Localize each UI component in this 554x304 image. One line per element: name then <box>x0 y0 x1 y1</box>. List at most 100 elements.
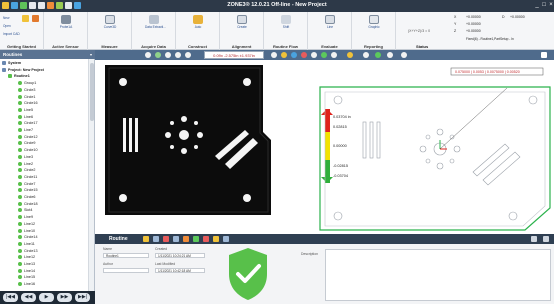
tree-item[interactable]: Circle17 <box>0 120 88 126</box>
in-toggle-icon[interactable] <box>543 236 549 242</box>
probe-view-icon[interactable] <box>291 52 297 58</box>
feature-callout[interactable]: 0.075000 | 0.0053 | 0.0075000 | 0.00520 <box>450 67 544 76</box>
graphic-button[interactable]: Graphic <box>365 15 383 41</box>
auto-button[interactable]: Auto <box>189 15 207 41</box>
create-alignment-button[interactable]: Create <box>233 15 251 41</box>
tree-item[interactable]: Slot4 <box>0 207 88 213</box>
tree-item[interactable]: Line16 <box>0 281 88 287</box>
expand-icon[interactable] <box>541 52 547 58</box>
tree-item[interactable]: Circle2 <box>0 167 88 173</box>
delete-icon[interactable] <box>203 236 209 242</box>
previous-step-button[interactable]: ◀◀ <box>21 293 36 302</box>
chart-icon[interactable] <box>223 236 229 242</box>
tree-item[interactable]: Line12 <box>0 254 88 260</box>
snap-icon[interactable] <box>281 52 287 58</box>
minimize-button[interactable]: _ <box>534 1 540 9</box>
shift-button[interactable]: Shift <box>277 15 295 41</box>
edit-icon[interactable] <box>531 236 537 242</box>
tree-item[interactable]: Circle1 <box>0 94 88 100</box>
scroll-thumb[interactable] <box>90 63 94 121</box>
first-step-button[interactable]: |◀◀ <box>3 293 18 302</box>
next-step-button[interactable]: ▶▶ <box>57 293 72 302</box>
tree-item[interactable]: System <box>0 60 88 66</box>
run-routine-icon[interactable] <box>143 236 149 242</box>
cad-viewport[interactable]: 0.03704 in 0.02815 0.00000 -0.02815 -0.0… <box>95 60 554 234</box>
note-icon[interactable] <box>213 236 219 242</box>
tree-item[interactable]: Circle14 <box>0 234 88 240</box>
tree-item[interactable]: Project: New Project <box>0 67 88 73</box>
name-field[interactable]: Routine1 <box>103 253 149 258</box>
tree-item[interactable]: Line5 <box>0 107 88 113</box>
tree-item[interactable]: Circle18 <box>0 201 88 207</box>
open-button[interactable]: Open <box>3 24 11 28</box>
tree-item-label: Circle18 <box>24 201 38 206</box>
light-icon[interactable] <box>347 52 353 58</box>
render-icon[interactable] <box>375 52 381 58</box>
graphic-icon <box>369 15 379 24</box>
home-view-icon[interactable] <box>145 52 151 58</box>
grid-icon[interactable] <box>311 52 317 58</box>
tree-item[interactable]: Circle7 <box>0 181 88 187</box>
tree-item[interactable]: Circle16 <box>0 100 88 106</box>
tree-item[interactable]: Line14 <box>0 268 88 274</box>
tree-item[interactable]: Line2 <box>0 161 88 167</box>
tree-item[interactable]: Circle9 <box>0 140 88 146</box>
pass-check-icon <box>18 121 22 126</box>
tree-item[interactable]: Circle6 <box>0 194 88 200</box>
coordinate-readout: 0.09x -2.575in ±1.937in <box>204 51 264 59</box>
data-extraction-button[interactable]: Data Extracti... <box>145 15 166 41</box>
target-icon[interactable] <box>401 52 407 58</box>
routines-panel-header: Routines ▾ <box>0 50 95 59</box>
tree-item[interactable]: Circle13 <box>0 248 88 254</box>
view-icon[interactable] <box>321 52 327 58</box>
cube-icon[interactable] <box>363 52 369 58</box>
tree-item[interactable]: Line11 <box>0 241 88 247</box>
search-icon[interactable] <box>271 52 277 58</box>
last-step-button[interactable]: ▶▶| <box>75 293 90 302</box>
tree-item[interactable]: Line15 <box>0 274 88 280</box>
export-icon[interactable] <box>173 236 179 242</box>
rotate-icon[interactable] <box>155 52 161 58</box>
tree-item[interactable]: Circle10 <box>0 147 88 153</box>
tree-item[interactable]: Circle3 <box>0 87 88 93</box>
report-icon[interactable] <box>163 236 169 242</box>
axis-icon[interactable] <box>301 52 307 58</box>
tree-item[interactable]: Line12 <box>0 221 88 227</box>
line-evaluate-button[interactable]: Line <box>321 15 339 41</box>
tree-scrollbar[interactable] <box>88 59 94 291</box>
filter-icon[interactable] <box>193 236 199 242</box>
tree-item[interactable]: Line10 <box>0 228 88 234</box>
pin-icon[interactable]: ▾ <box>90 52 92 57</box>
maximize-button[interactable]: □ <box>541 1 547 9</box>
pass-check-icon <box>18 215 22 220</box>
tree-item[interactable]: Group1 <box>0 80 88 86</box>
import-cad-button[interactable]: Import CAD <box>3 32 20 36</box>
ribbon-group-alignment: Create Alignment <box>220 12 264 50</box>
tree-item[interactable]: Line6 <box>0 114 88 120</box>
table-icon[interactable] <box>153 236 159 242</box>
pan-icon[interactable] <box>185 52 191 58</box>
pass-check-icon <box>18 221 22 226</box>
measure-icon[interactable] <box>387 52 393 58</box>
layers-icon[interactable] <box>331 52 337 58</box>
tree-item[interactable]: Circle12 <box>0 134 88 140</box>
tree-item[interactable]: Circle15 <box>0 187 88 193</box>
author-field[interactable] <box>103 268 149 273</box>
probe-button[interactable]: Probe1A <box>57 15 75 41</box>
tree-item[interactable]: Line13 <box>0 261 88 267</box>
new-button[interactable]: New <box>3 16 9 20</box>
tree-item[interactable]: Routine1 <box>0 73 88 79</box>
tree-item[interactable]: Line9 <box>0 214 88 220</box>
zoom-out-icon[interactable] <box>175 52 181 58</box>
tree-item-label: Circle17 <box>24 121 38 126</box>
tree-item[interactable]: Circle11 <box>0 174 88 180</box>
description-field[interactable] <box>325 249 551 301</box>
close-button[interactable]: × <box>548 1 554 9</box>
status-x-row: X +0.00000 D +0.00000 <box>454 15 525 19</box>
tree-item[interactable]: Line3 <box>0 154 88 160</box>
zoom-in-icon[interactable] <box>165 52 171 58</box>
curve3d-button[interactable]: Curve3D <box>101 15 119 41</box>
image-icon[interactable] <box>183 236 189 242</box>
tree-item[interactable]: Line7 <box>0 127 88 133</box>
play-button[interactable]: ▶ <box>39 293 54 302</box>
